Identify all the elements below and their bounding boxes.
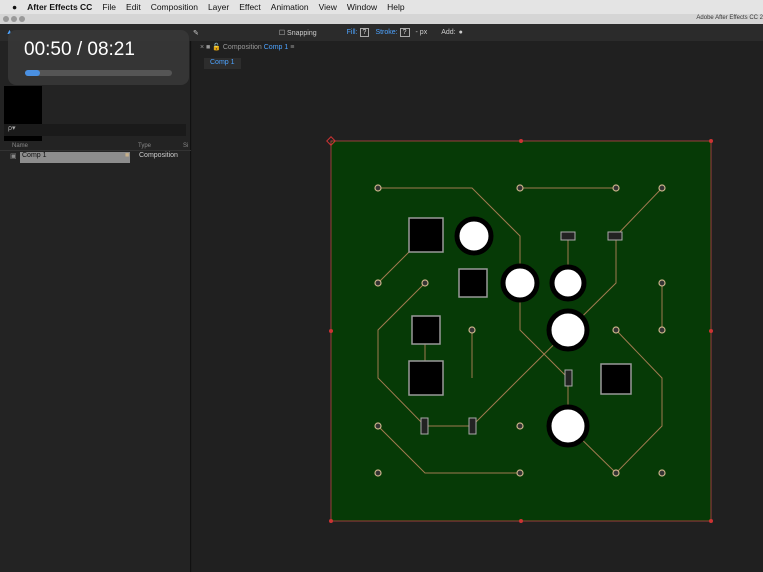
- composition-viewer[interactable]: [0, 0, 763, 572]
- progress-fill: [25, 70, 40, 76]
- progress-bar[interactable]: [25, 70, 172, 76]
- video-player-overlay: 00:50 / 08:21: [8, 30, 189, 85]
- playback-time: 00:50 / 08:21: [24, 39, 135, 60]
